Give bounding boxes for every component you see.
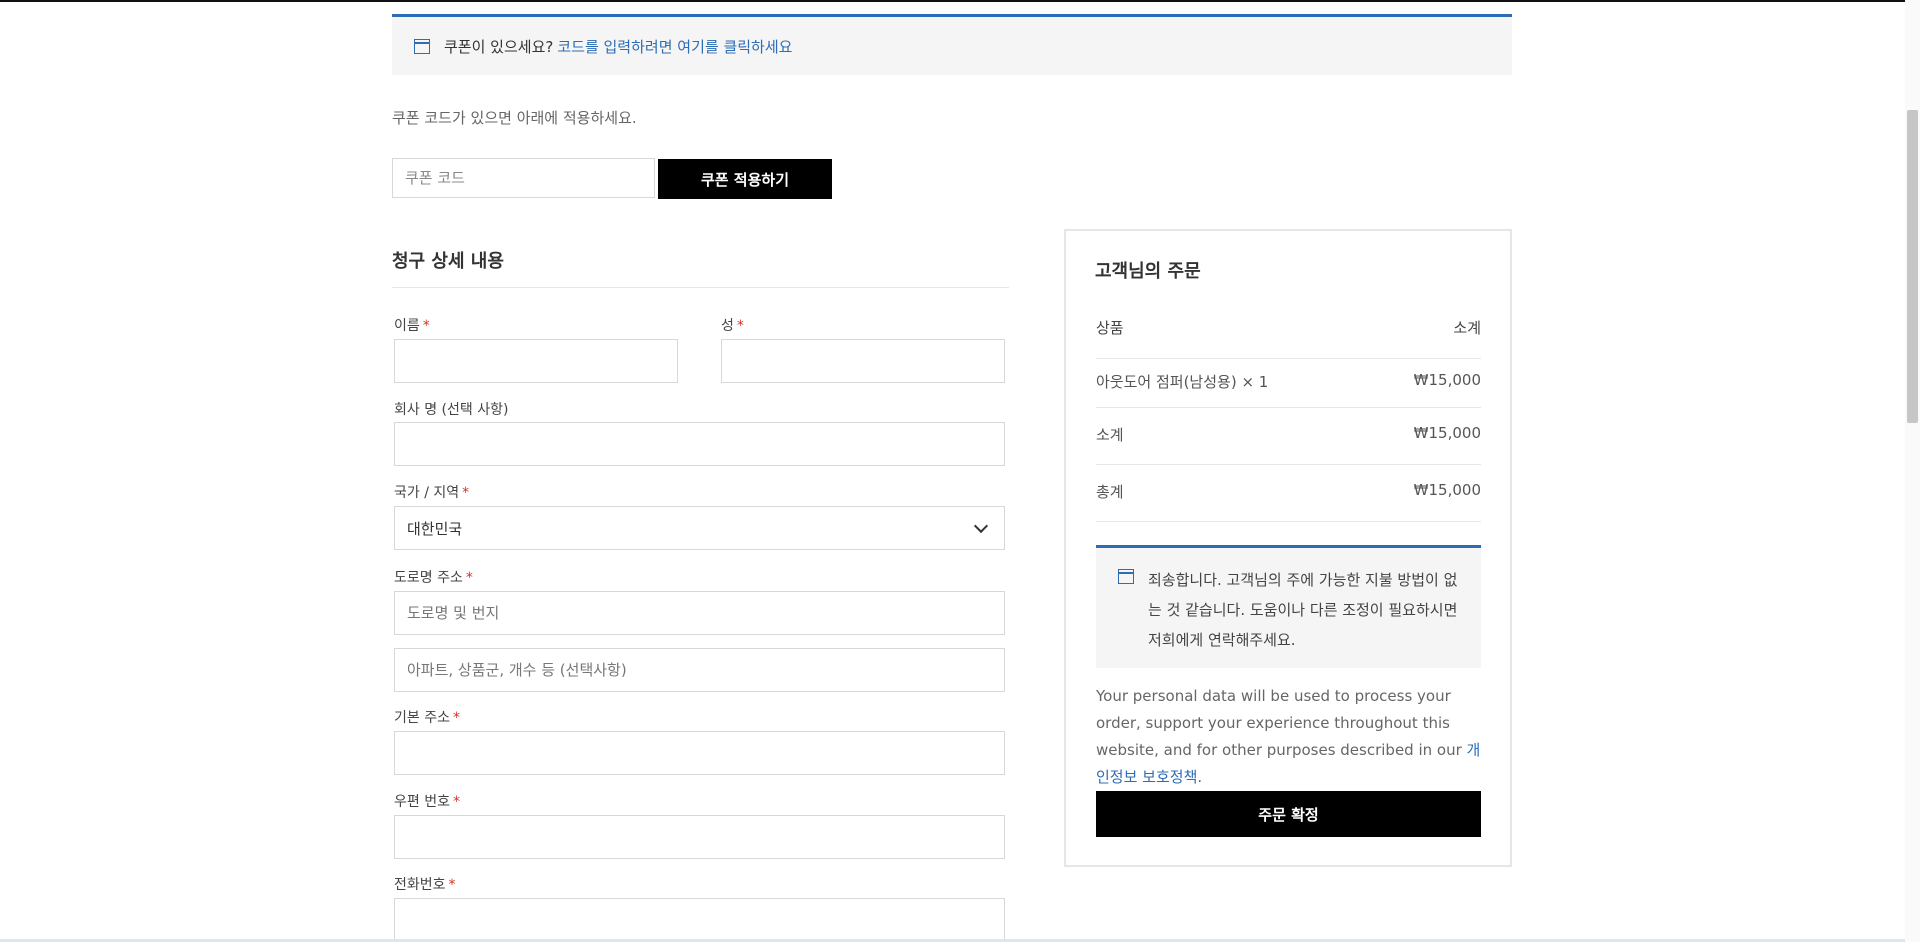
subtotal-row: 소계 ₩15,000 — [1096, 424, 1481, 445]
payment-notice-text: 죄송합니다. 고객님의 주에 가능한 지불 방법이 없는 것 같습니다. 도움이… — [1148, 571, 1458, 649]
country-selected-value: 대한민국 — [407, 519, 463, 538]
coupon-notice: 쿠폰이 있으세요? 코드를 입력하려면 여기를 클릭하세요 — [392, 14, 1512, 75]
total-value: ₩15,000 — [1413, 481, 1481, 499]
order-title: 고객님의 주문 — [1095, 261, 1201, 282]
required-mark: * — [462, 485, 470, 501]
total-row: 총계 ₩15,000 — [1096, 481, 1481, 502]
coupon-code-input[interactable] — [392, 158, 655, 198]
divider — [1096, 358, 1481, 359]
window-icon — [414, 38, 430, 54]
city-input[interactable] — [394, 731, 1005, 775]
street-address-2-input[interactable] — [394, 648, 1005, 692]
company-input[interactable] — [394, 422, 1005, 466]
order-item-row: 아웃도어 점퍼(남성용) × 1 ₩15,000 — [1096, 371, 1481, 392]
last-name-label-text: 성 — [721, 318, 734, 334]
product-column-header: 상품 — [1096, 319, 1124, 337]
postcode-label-text: 우편 번호 — [394, 794, 450, 810]
top-border — [0, 0, 1920, 2]
subtotal-value: ₩15,000 — [1413, 424, 1481, 442]
show-coupon-link[interactable]: 코드를 입력하려면 여기를 클릭하세요 — [557, 36, 792, 57]
company-label: 회사 명 (선택 사항) — [394, 402, 509, 418]
billing-title: 청구 상세 내용 — [392, 251, 504, 272]
payment-notice: 죄송합니다. 고객님의 주에 가능한 지불 방법이 없는 것 같습니다. 도움이… — [1096, 545, 1481, 668]
city-label-text: 기본 주소 — [394, 710, 450, 726]
last-name-input[interactable] — [721, 339, 1005, 383]
apply-coupon-button[interactable]: 쿠폰 적용하기 — [658, 159, 832, 199]
city-label: 기본 주소 * — [394, 707, 460, 727]
required-mark: * — [448, 877, 456, 893]
scrollbar[interactable] — [1905, 0, 1920, 942]
postcode-label: 우편 번호 * — [394, 791, 460, 811]
divider — [1096, 407, 1481, 408]
subtotal-label: 소계 — [1096, 426, 1124, 444]
country-label-text: 국가 / 지역 — [394, 485, 460, 501]
phone-input[interactable] — [394, 898, 1005, 942]
divider — [1096, 464, 1481, 465]
country-select[interactable]: 대한민국 — [394, 506, 1005, 550]
required-mark: * — [465, 570, 473, 586]
postcode-input[interactable] — [394, 815, 1005, 859]
street-address-input[interactable] — [394, 591, 1005, 635]
divider — [1096, 521, 1481, 522]
privacy-notice: Your personal data will be used to proce… — [1096, 683, 1486, 791]
phone-label: 전화번호 * — [394, 874, 456, 894]
window-icon — [1118, 569, 1134, 584]
privacy-end: . — [1197, 768, 1203, 786]
order-review: 고객님의 주문 상품 소계 아웃도어 점퍼(남성용) × 1 ₩15,000 소… — [1064, 229, 1512, 867]
first-name-label: 이름 * — [394, 315, 430, 335]
required-mark: * — [452, 794, 460, 810]
required-mark: * — [422, 318, 430, 334]
order-item-price: ₩15,000 — [1413, 371, 1481, 389]
order-item-name: 아웃도어 점퍼(남성용) × 1 — [1096, 373, 1269, 391]
place-order-button[interactable]: 주문 확정 — [1096, 791, 1481, 837]
first-name-input[interactable] — [394, 339, 678, 383]
country-label: 국가 / 지역 * — [394, 482, 469, 502]
street-label-text: 도로명 주소 — [394, 570, 463, 586]
total-label: 총계 — [1096, 483, 1124, 501]
coupon-notice-text: 쿠폰이 있으세요? — [444, 37, 554, 56]
order-table-header: 상품 소계 — [1096, 317, 1481, 338]
required-mark: * — [736, 318, 744, 334]
street-label: 도로명 주소 * — [394, 567, 473, 587]
chevron-down-icon — [973, 518, 989, 533]
subtotal-column-header: 소계 — [1453, 319, 1481, 337]
privacy-text: Your personal data will be used to proce… — [1096, 687, 1462, 759]
required-mark: * — [452, 710, 460, 726]
first-name-label-text: 이름 — [394, 318, 420, 334]
phone-label-text: 전화번호 — [394, 877, 446, 893]
divider — [392, 287, 1009, 288]
coupon-description: 쿠폰 코드가 있으면 아래에 적용하세요. — [392, 109, 637, 127]
last-name-label: 성 * — [721, 315, 744, 335]
scrollbar-thumb[interactable] — [1907, 110, 1918, 423]
